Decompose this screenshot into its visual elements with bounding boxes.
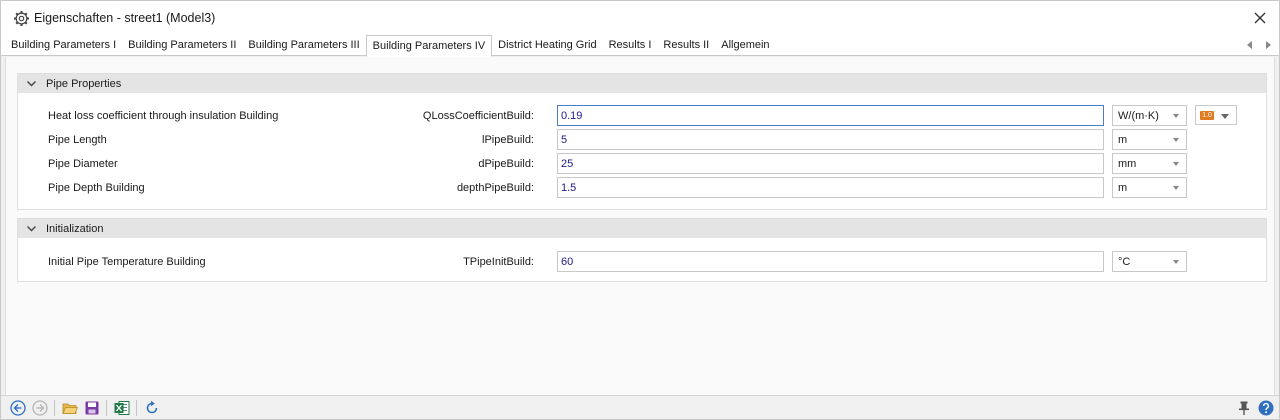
param-name: depthPipeBuild: xyxy=(456,182,534,194)
tab-district-heating-grid[interactable]: District Heating Grid xyxy=(492,35,602,56)
pipe-properties-header[interactable]: Pipe Properties xyxy=(18,74,1266,93)
toolbar-divider xyxy=(106,400,107,416)
toolbar-divider xyxy=(54,400,55,416)
param-row: Heat loss coefficient through insulation… xyxy=(18,105,1268,127)
properties-content: Pipe Properties Heat loss coefficient th… xyxy=(5,57,1275,395)
refresh-icon[interactable] xyxy=(143,399,161,417)
tab-building-parameters-2[interactable]: Building Parameters II xyxy=(122,35,242,56)
param-label: Pipe Depth Building xyxy=(48,182,145,194)
back-icon[interactable] xyxy=(9,399,27,417)
pipe-length-input[interactable] xyxy=(557,129,1104,150)
param-label: Pipe Diameter xyxy=(48,158,118,170)
tab-list: Building Parameters I Building Parameter… xyxy=(5,35,776,57)
open-folder-icon[interactable] xyxy=(61,399,79,417)
pipe-properties-section: Pipe Properties Heat loss coefficient th… xyxy=(17,73,1267,210)
close-icon[interactable] xyxy=(1251,9,1269,27)
unit-value: m xyxy=(1118,134,1128,146)
dropdown-arrow-icon xyxy=(1173,114,1179,118)
pipe-diameter-input[interactable] xyxy=(557,153,1104,174)
chevron-down-icon xyxy=(27,81,36,87)
dropdown-arrow-icon xyxy=(1173,186,1179,190)
dropdown-arrow-icon xyxy=(1173,162,1179,166)
forward-icon[interactable] xyxy=(31,399,49,417)
tab-building-parameters-4[interactable]: Building Parameters IV xyxy=(365,35,493,57)
tab-building-parameters-3[interactable]: Building Parameters III xyxy=(242,35,365,56)
dropdown-arrow-icon xyxy=(1173,260,1179,264)
unit-select[interactable]: W/(m·K) xyxy=(1112,105,1187,126)
unit-value: m xyxy=(1118,182,1128,194)
pipe-depth-input[interactable] xyxy=(557,177,1104,198)
properties-window: Eigenschaften - street1 (Model3) Buildin… xyxy=(0,0,1280,420)
chevron-down-icon xyxy=(27,226,36,232)
value-indicator-badge: 1.0 xyxy=(1200,111,1214,120)
initialization-section: Initialization Initial Pipe Temperature … xyxy=(17,218,1267,282)
param-name: lPipeBuild: xyxy=(482,134,534,146)
tab-scroll-left-icon[interactable] xyxy=(1245,40,1255,50)
param-label: Pipe Length xyxy=(48,134,107,146)
excel-icon[interactable] xyxy=(113,399,131,417)
tab-building-parameters-1[interactable]: Building Parameters I xyxy=(5,35,122,56)
dropdown-arrow-icon xyxy=(1221,114,1229,119)
pin-icon[interactable] xyxy=(1235,399,1253,417)
initialization-header[interactable]: Initialization xyxy=(18,219,1266,238)
pipe-init-temperature-input[interactable] xyxy=(557,251,1104,272)
param-name: TPipeInitBuild: xyxy=(463,256,534,268)
qloss-coefficient-input[interactable] xyxy=(557,105,1104,126)
unit-select[interactable]: m xyxy=(1112,177,1187,198)
section-title: Initialization xyxy=(46,223,104,235)
window-title: Eigenschaften - street1 (Model3) xyxy=(34,11,216,25)
param-label: Initial Pipe Temperature Building xyxy=(48,256,206,268)
bottom-toolbar xyxy=(1,395,1279,419)
tab-scroll-right-icon[interactable] xyxy=(1263,40,1273,50)
toolbar-divider xyxy=(136,400,137,416)
param-name: dPipeBuild: xyxy=(478,158,534,170)
unit-select[interactable]: m xyxy=(1112,129,1187,150)
unit-value: mm xyxy=(1118,158,1137,170)
gear-icon xyxy=(14,11,29,26)
unit-select[interactable]: mm xyxy=(1112,153,1187,174)
tab-results-2[interactable]: Results II xyxy=(657,35,715,56)
dropdown-arrow-icon xyxy=(1173,138,1179,142)
param-row: Pipe Diameter dPipeBuild: mm xyxy=(18,153,1268,175)
help-icon[interactable] xyxy=(1257,399,1275,417)
param-row: Pipe Depth Building depthPipeBuild: m xyxy=(18,177,1268,199)
section-title: Pipe Properties xyxy=(46,78,122,90)
param-row: Pipe Length lPipeBuild: m xyxy=(18,129,1268,151)
unit-value: W/(m·K) xyxy=(1118,110,1159,122)
param-name: QLossCoefficientBuild: xyxy=(422,110,534,122)
save-icon[interactable] xyxy=(83,399,101,417)
unit-select[interactable]: °C xyxy=(1112,251,1187,272)
title-bar: Eigenschaften - street1 (Model3) xyxy=(1,1,1279,35)
tab-results-1[interactable]: Results I xyxy=(603,35,658,56)
param-row: Initial Pipe Temperature Building TPipeI… xyxy=(18,251,1268,273)
value-type-picker[interactable]: 1.0 xyxy=(1195,105,1237,125)
param-label: Heat loss coefficient through insulation… xyxy=(48,110,279,122)
unit-value: °C xyxy=(1118,256,1131,268)
tab-allgemein[interactable]: Allgemein xyxy=(715,35,775,56)
tab-bar: Building Parameters I Building Parameter… xyxy=(1,35,1279,57)
